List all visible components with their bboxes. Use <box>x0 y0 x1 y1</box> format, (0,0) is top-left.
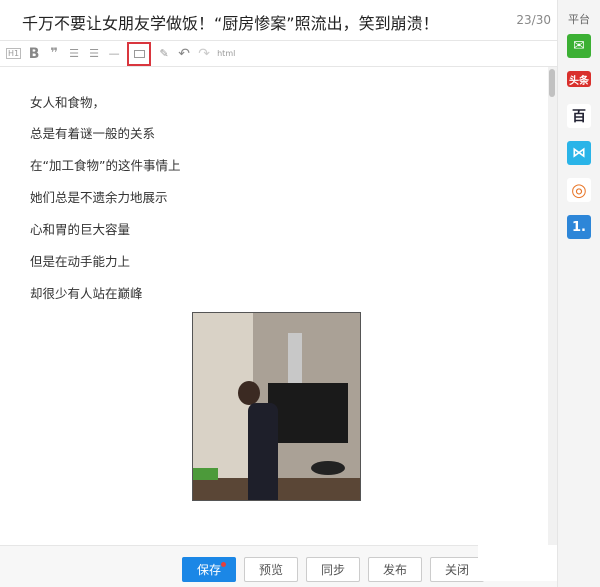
image-icon[interactable] <box>127 41 152 66</box>
footer-bar: 保存 预览 同步 发布 关闭 <box>0 545 557 587</box>
dayu-icon[interactable]: ⋈ <box>567 141 591 165</box>
redo-icon[interactable]: ↷ <box>197 45 211 63</box>
title-input[interactable]: 千万不要让女朋友学做饭！“厨房惨案”照流出，笑到崩溃！ <box>22 10 439 34</box>
unordered-list-icon[interactable]: ☰ <box>87 45 101 63</box>
title-char-count: 23/30 <box>516 13 551 27</box>
html-button[interactable]: html <box>217 45 235 63</box>
heading-icon[interactable]: H1 <box>6 48 22 59</box>
editor-scrollbar[interactable] <box>548 67 557 545</box>
save-label: 保存 <box>196 563 221 577</box>
horizontal-rule-icon[interactable]: — <box>107 45 121 63</box>
sidebar-header: 平台 <box>568 13 590 26</box>
blank-overlay <box>478 545 557 581</box>
kitchen-image[interactable] <box>192 312 361 501</box>
toutiao-icon[interactable]: 头条 <box>567 71 591 87</box>
sync-button[interactable]: 同步 <box>306 557 360 582</box>
title-bar[interactable]: 千万不要让女朋友学做饭！“厨房惨案”照流出，笑到崩溃！ 23/30 <box>0 0 557 41</box>
preview-button[interactable]: 预览 <box>244 557 298 582</box>
sohu-icon[interactable]: ◎ <box>567 178 591 202</box>
scrollbar-thumb[interactable] <box>549 69 555 97</box>
paragraph: 总是有着谜一般的关系 <box>30 126 156 141</box>
paragraph: 却很少有人站在巅峰 <box>30 286 143 301</box>
wechat-icon[interactable]: ✉ <box>567 34 591 58</box>
unsaved-dot <box>221 562 226 567</box>
quote-icon[interactable]: ❞ <box>47 45 61 63</box>
ordered-list-icon[interactable]: ☰ <box>67 45 81 63</box>
undo-icon[interactable]: ↶ <box>177 45 191 63</box>
paragraph: 在“加工食物”的这件事情上 <box>30 158 181 173</box>
eraser-icon[interactable]: ✎ <box>157 45 171 63</box>
paragraph: 但是在动手能力上 <box>30 254 131 269</box>
editor-toolbar: H1 B ❞ ☰ ☰ — ✎ ↶ ↷ html <box>0 41 557 67</box>
publish-button[interactable]: 发布 <box>368 557 422 582</box>
editor-content[interactable]: 女人和食物， 总是有着谜一般的关系 在“加工食物”的这件事情上 她们总是不遗余力… <box>0 67 548 545</box>
save-button[interactable]: 保存 <box>182 557 236 582</box>
close-button[interactable]: 关闭 <box>430 557 484 582</box>
yidian-icon[interactable]: 1. <box>567 215 591 239</box>
paragraph: 她们总是不遗余力地展示 <box>30 190 168 205</box>
baijiahao-icon[interactable]: 百 <box>567 104 591 128</box>
bold-icon[interactable]: B <box>27 45 41 63</box>
paragraph: 心和胃的巨大容量 <box>30 222 131 237</box>
paragraph: 女人和食物， <box>30 95 106 110</box>
platform-sidebar: 平台 ✉ 头条 百 ⋈ ◎ 1. <box>557 0 600 587</box>
